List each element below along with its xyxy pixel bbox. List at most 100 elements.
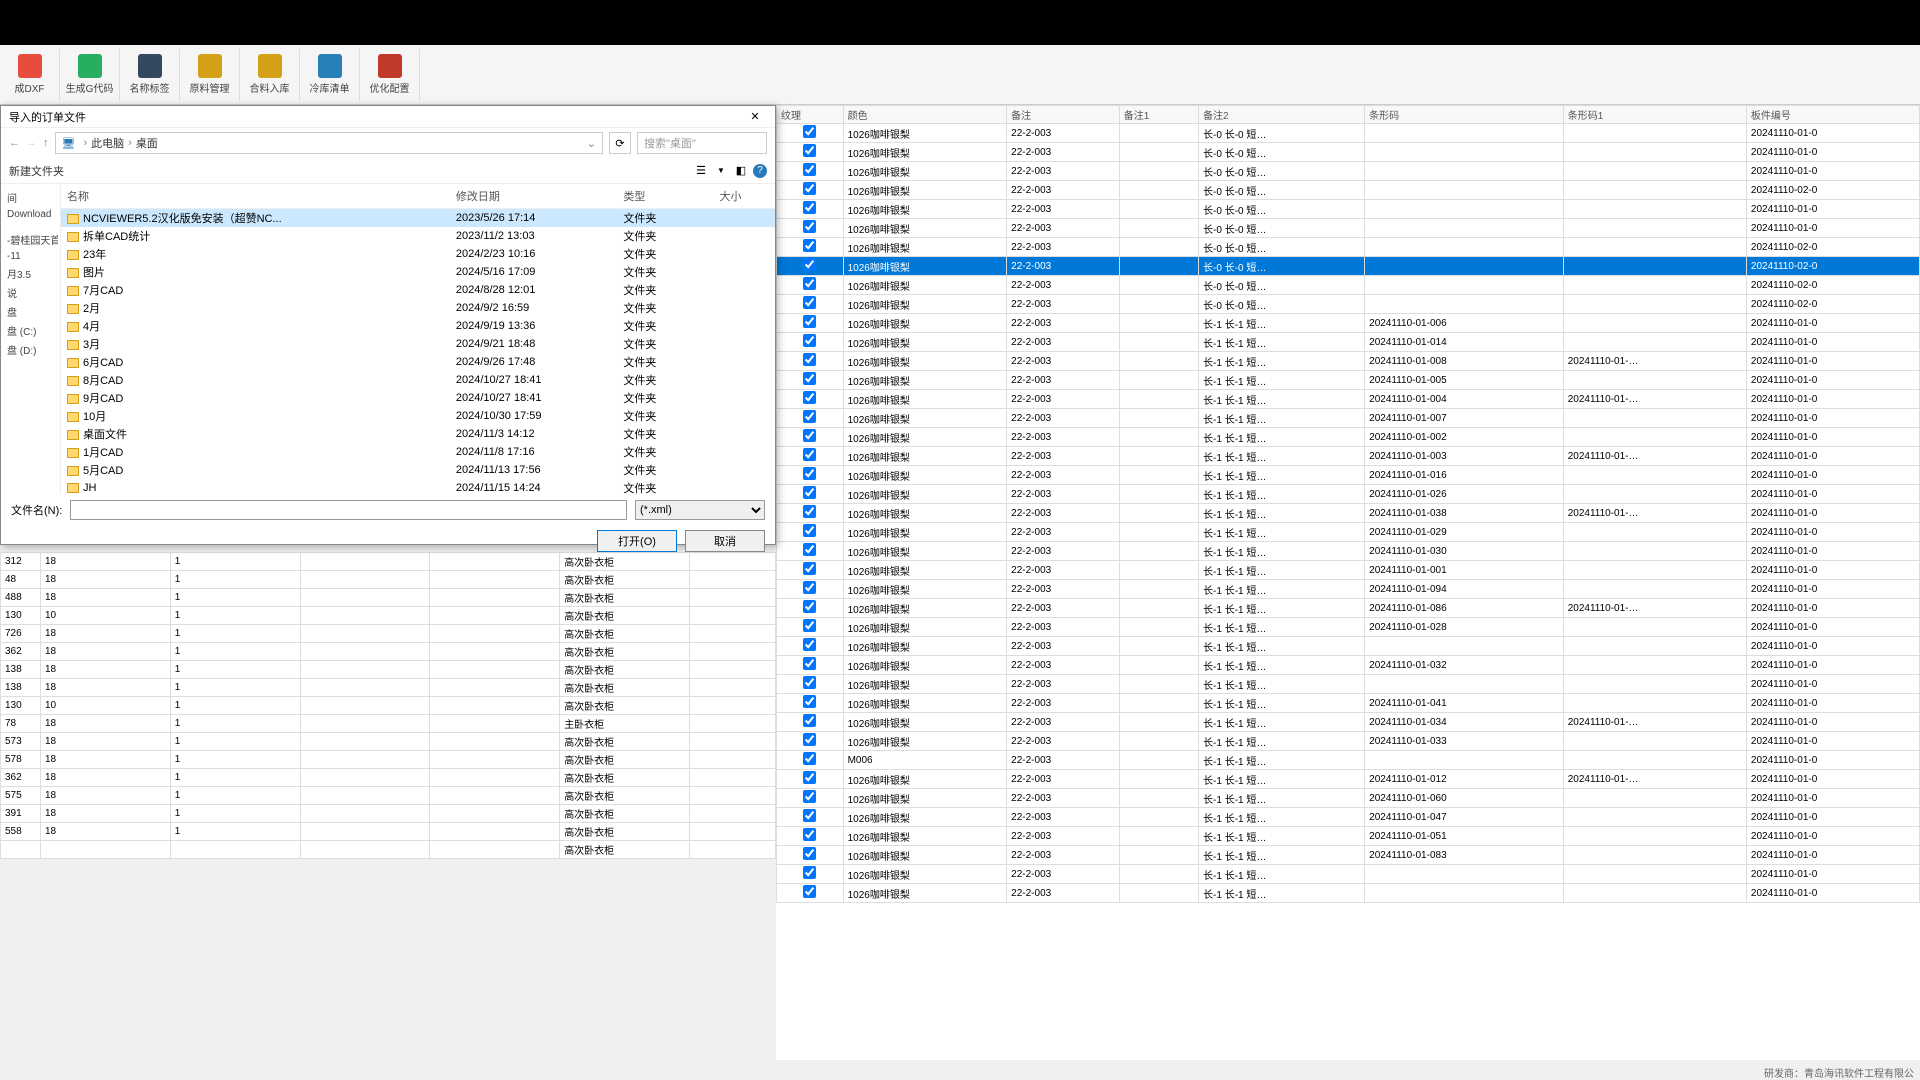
table-row[interactable]: 1026咖啡银梨22-2-003长-1 长-1 短…20241110-01-08… [777, 846, 1920, 865]
table-row[interactable]: 362181 高次卧衣柜 [1, 769, 776, 787]
tree-item[interactable]: -碧桂园天首€ [3, 230, 58, 249]
table-row[interactable]: 1026咖啡银梨22-2-003长-0 长-0 短…20241110-01-0 [777, 200, 1920, 219]
table-row[interactable]: 1026咖啡银梨22-2-003长-1 长-1 短…20241110-01-00… [777, 409, 1920, 428]
table-row[interactable]: 1026咖啡银梨22-2-003长-0 长-0 短…20241110-01-0 [777, 143, 1920, 162]
table-row[interactable]: 1026咖啡银梨22-2-003长-1 长-1 短…20241110-01-0 [777, 884, 1920, 903]
row-checkbox[interactable] [803, 733, 816, 746]
row-checkbox[interactable] [803, 220, 816, 233]
file-row[interactable]: 桌面文件 2024/11/3 14:12文件夹 [61, 425, 775, 443]
view-dropdown-icon[interactable]: ▼ [713, 163, 729, 179]
table-row[interactable]: 1026咖啡银梨22-2-003长-1 长-1 短…20241110-01-03… [777, 713, 1920, 732]
file-row[interactable]: 1月CAD 2024/11/8 17:16文件夹 [61, 443, 775, 461]
table-row[interactable]: 1026咖啡银梨22-2-003长-0 长-0 短…20241110-02-0 [777, 257, 1920, 276]
file-row[interactable]: 3月 2024/9/21 18:48文件夹 [61, 335, 775, 353]
view-mode-icon[interactable]: ☰ [693, 163, 709, 179]
table-row[interactable]: 1026咖啡银梨22-2-003长-0 长-0 短…20241110-01-0 [777, 162, 1920, 181]
file-row[interactable]: NCVIEWER5.2汉化版免安装（超赞NC... 2023/5/26 17:1… [61, 209, 775, 228]
table-row[interactable]: 1026咖啡银梨22-2-003长-0 长-0 短…20241110-02-0 [777, 181, 1920, 200]
table-row[interactable]: 138181 高次卧衣柜 [1, 661, 776, 679]
table-row[interactable]: 1026咖啡银梨22-2-003长-1 长-1 短…20241110-01-02… [777, 618, 1920, 637]
table-row[interactable]: 362181 高次卧衣柜 [1, 643, 776, 661]
column-header[interactable]: 大小 [713, 184, 775, 209]
table-row[interactable]: 1026咖啡银梨22-2-003长-1 长-1 短…20241110-01-00… [777, 428, 1920, 447]
table-row[interactable]: 1026咖啡银梨22-2-003长-1 长-1 短…20241110-01-09… [777, 580, 1920, 599]
row-checkbox[interactable] [803, 714, 816, 727]
row-checkbox[interactable] [803, 277, 816, 290]
row-checkbox[interactable] [803, 866, 816, 879]
row-checkbox[interactable] [803, 885, 816, 898]
table-row[interactable]: 130101 高次卧衣柜 [1, 697, 776, 715]
table-row[interactable]: 391181 高次卧衣柜 [1, 805, 776, 823]
toolbar-button[interactable]: 成DXF [0, 49, 60, 100]
toolbar-button[interactable]: 生成G代码 [60, 49, 120, 100]
table-row[interactable]: 1026咖啡银梨22-2-003长-1 长-1 短…20241110-01-03… [777, 656, 1920, 675]
column-header[interactable]: 颜色 [843, 106, 1007, 124]
row-checkbox[interactable] [803, 258, 816, 271]
data-grid[interactable]: 纹理颜色备注备注1备注2条形码条形码1板件编号 1026咖啡银梨22-2-003… [776, 105, 1920, 1060]
row-checkbox[interactable] [803, 125, 816, 138]
table-row[interactable]: 1026咖啡银梨22-2-003长-1 长-1 短…20241110-01-0 [777, 637, 1920, 656]
column-header[interactable]: 名称 [61, 184, 450, 209]
table-row[interactable]: 726181 高次卧衣柜 [1, 625, 776, 643]
open-button[interactable]: 打开(O) [597, 530, 677, 552]
table-row[interactable]: 1026咖啡银梨22-2-003长-0 长-0 短…20241110-01-0 [777, 219, 1920, 238]
row-checkbox[interactable] [803, 486, 816, 499]
forward-icon[interactable]: → [26, 137, 37, 149]
row-checkbox[interactable] [803, 467, 816, 480]
column-header[interactable]: 条形码1 [1563, 106, 1746, 124]
filetype-select[interactable]: (*.xml) [635, 500, 765, 520]
up-icon[interactable]: ↑ [43, 137, 49, 149]
file-row[interactable]: 2月 2024/9/2 16:59文件夹 [61, 299, 775, 317]
preview-pane-icon[interactable]: ◧ [733, 163, 749, 179]
file-row[interactable]: 9月CAD 2024/10/27 18:41文件夹 [61, 389, 775, 407]
row-checkbox[interactable] [803, 695, 816, 708]
table-row[interactable]: 1026咖啡银梨22-2-003长-1 长-1 短…20241110-01-00… [777, 561, 1920, 580]
table-row[interactable]: 575181 高次卧衣柜 [1, 787, 776, 805]
row-checkbox[interactable] [803, 790, 816, 803]
column-header[interactable]: 备注2 [1199, 106, 1365, 124]
file-row[interactable]: 23年 2024/2/23 10:16文件夹 [61, 245, 775, 263]
file-row[interactable]: 8月CAD 2024/10/27 18:41文件夹 [61, 371, 775, 389]
row-checkbox[interactable] [803, 391, 816, 404]
filename-input[interactable] [70, 500, 627, 520]
close-icon[interactable]: ✕ [743, 110, 767, 123]
table-row[interactable]: 1026咖啡银梨22-2-003长-1 长-1 短…20241110-01-04… [777, 808, 1920, 827]
column-header[interactable]: 备注1 [1119, 106, 1198, 124]
table-row[interactable]: 高次卧衣柜 [1, 841, 776, 859]
row-checkbox[interactable] [803, 581, 816, 594]
tree-item[interactable]: -11 [3, 249, 58, 264]
row-checkbox[interactable] [803, 429, 816, 442]
table-row[interactable]: 1026咖啡银梨22-2-003长-1 长-1 短…20241110-01-04… [777, 694, 1920, 713]
cancel-button[interactable]: 取消 [685, 530, 765, 552]
row-checkbox[interactable] [803, 372, 816, 385]
row-checkbox[interactable] [803, 600, 816, 613]
table-row[interactable]: 1026咖啡银梨22-2-003长-1 长-1 短…20241110-01-05… [777, 827, 1920, 846]
table-row[interactable]: 1026咖啡银梨22-2-003长-1 长-1 短…20241110-01-02… [777, 485, 1920, 504]
table-row[interactable]: 1026咖啡银梨22-2-003长-1 长-1 短…20241110-01-00… [777, 390, 1920, 409]
row-checkbox[interactable] [803, 296, 816, 309]
table-row[interactable]: 1026咖啡银梨22-2-003长-0 长-0 短…20241110-02-0 [777, 238, 1920, 257]
row-checkbox[interactable] [803, 638, 816, 651]
table-row[interactable]: 1026咖啡银梨22-2-003长-1 长-1 短…20241110-01-01… [777, 770, 1920, 789]
tree-item[interactable]: 说 [3, 283, 58, 302]
table-row[interactable]: 1026咖啡银梨22-2-003长-1 长-1 短…20241110-01-00… [777, 314, 1920, 333]
table-row[interactable]: 1026咖啡银梨22-2-003长-1 长-1 短…20241110-01-01… [777, 466, 1920, 485]
row-checkbox[interactable] [803, 562, 816, 575]
row-checkbox[interactable] [803, 809, 816, 822]
toolbar-button[interactable]: 原料管理 [180, 49, 240, 100]
toolbar-button[interactable]: 冷库清单 [300, 49, 360, 100]
row-checkbox[interactable] [803, 505, 816, 518]
table-row[interactable]: 1026咖啡银梨22-2-003长-1 长-1 短…20241110-01-03… [777, 504, 1920, 523]
table-row[interactable]: 1026咖啡银梨22-2-003长-0 长-0 短…20241110-02-0 [777, 295, 1920, 314]
tree-item[interactable]: Download [3, 207, 58, 222]
table-row[interactable]: 78181 主卧衣柜 [1, 715, 776, 733]
row-checkbox[interactable] [803, 182, 816, 195]
row-checkbox[interactable] [803, 619, 816, 632]
back-icon[interactable]: ← [9, 137, 20, 149]
file-row[interactable]: 10月 2024/10/30 17:59文件夹 [61, 407, 775, 425]
row-checkbox[interactable] [803, 315, 816, 328]
column-header[interactable]: 类型 [617, 184, 713, 209]
table-row[interactable]: 138181 高次卧衣柜 [1, 679, 776, 697]
row-checkbox[interactable] [803, 163, 816, 176]
file-list[interactable]: 名称修改日期类型大小 NCVIEWER5.2汉化版免安装（超赞NC... 202… [61, 184, 775, 494]
